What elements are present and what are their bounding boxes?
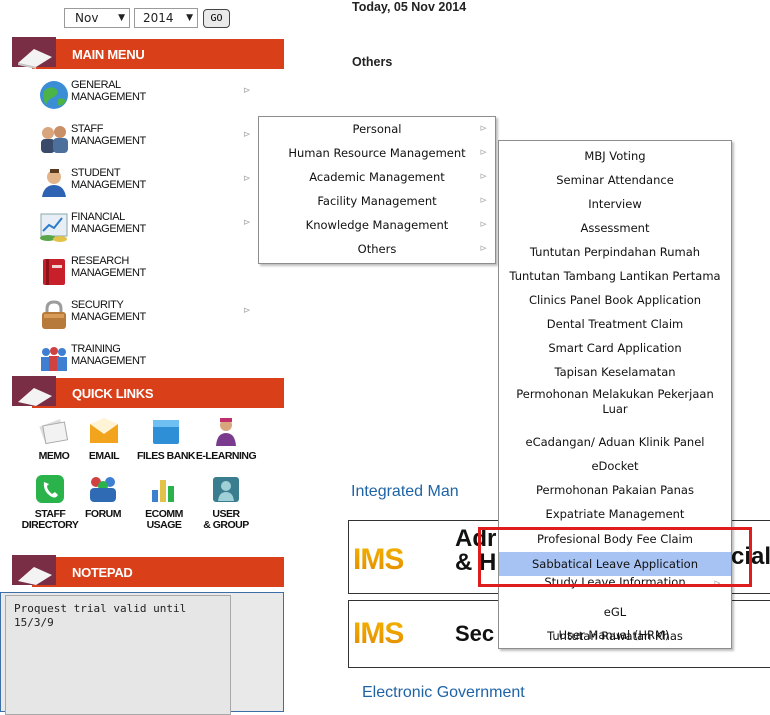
quick-link-e-learning[interactable]: E-LEARNING: [194, 416, 258, 462]
ims2-title: Sec: [455, 621, 495, 646]
menu-item-others[interactable]: Others ⊳: [259, 237, 495, 261]
phone-icon: [36, 475, 64, 503]
year-select[interactable]: 2014 ▼: [134, 8, 198, 28]
user-group-icon: [213, 477, 239, 502]
menu-item-edocket[interactable]: eDocket: [499, 454, 731, 478]
quick-link-memo[interactable]: MEMO: [32, 416, 76, 462]
menu-item-personal[interactable]: Personal ⊳: [259, 117, 495, 141]
menu-item-seminar-attendance[interactable]: Seminar Attendance: [499, 168, 731, 192]
menu-item-tambang-lantikan[interactable]: Tuntutan Tambang Lantikan Pertama: [499, 264, 731, 288]
book-icon: [12, 376, 56, 406]
menu-item-pakaian-panas[interactable]: Permohonan Pakaian Panas: [499, 478, 731, 502]
menu-item-pekerjaan-luar[interactable]: Permohonan Melakukan Pekerjaan Luar: [499, 387, 731, 427]
ims-logo: IMS: [353, 617, 404, 650]
chevron-right-icon: ⊳: [243, 85, 251, 95]
menu-item-user-manual[interactable]: User Manual (HRM): [498, 623, 730, 647]
quick-link-forum[interactable]: FORUM: [80, 474, 126, 520]
menu-item-egl[interactable]: eGL: [499, 600, 731, 624]
training-people-icon: [41, 347, 67, 371]
menu-item-expatriate[interactable]: Expatriate Management: [499, 502, 731, 526]
chevron-right-icon: ⊳: [243, 217, 251, 227]
menu-item-academic[interactable]: Academic Management ⊳: [259, 165, 495, 189]
sidebar-item-student[interactable]: STUDENT MANAGEMENT ⊳: [38, 165, 278, 209]
dropdown-arrow-icon: ▼: [118, 13, 125, 23]
menu-item-clinics-panel[interactable]: Clinics Panel Book Application: [499, 288, 731, 312]
chevron-right-icon: ⊳: [479, 172, 487, 182]
student-icon: [42, 169, 66, 197]
chevron-right-icon: ⊳: [479, 220, 487, 230]
chevron-right-icon: ⊳: [243, 305, 251, 315]
quick-link-ecomm-usage[interactable]: ECOMM USAGE: [138, 474, 190, 531]
menu-item-ecadangan[interactable]: eCadangan/ Aduan Klinik Panel: [499, 430, 731, 454]
chevron-right-icon: ⊳: [479, 124, 487, 134]
sidebar-item-research[interactable]: RESEARCH MANAGEMENT: [38, 253, 278, 297]
menu-item-human-resource[interactable]: Human Resource Management ⊳: [259, 141, 495, 165]
sidebar-item-staff[interactable]: STAFF MANAGEMENT ⊳: [38, 121, 278, 165]
sidebar-item-financial[interactable]: FINANCIAL MANAGEMENT ⊳: [38, 209, 278, 253]
month-select[interactable]: Nov ▼: [64, 8, 130, 28]
staff-people-icon: [41, 126, 68, 153]
padlock-icon: [42, 300, 66, 329]
chevron-right-icon: ⊳: [479, 244, 487, 254]
ims-logo: IMS: [353, 543, 404, 576]
menu-item-assessment[interactable]: Assessment: [499, 216, 731, 240]
chevron-right-icon: ⊳: [479, 148, 487, 158]
quick-links-header: QUICK LINKS: [12, 376, 284, 408]
sidebar-item-security[interactable]: SECURITY MANAGEMENT ⊳: [38, 297, 278, 341]
notepad-header: NOTEPAD: [12, 555, 284, 587]
dropdown-menu-level1: Personal ⊳ Human Resource Management ⊳ Aca…: [258, 116, 496, 264]
egov-section-title: Electronic Government: [362, 684, 525, 701]
memo-icon: [39, 419, 69, 445]
page-heading: Others: [352, 55, 393, 69]
menu-item-smart-card[interactable]: Smart Card Application: [499, 336, 731, 360]
annotation-highlight-box: [478, 527, 752, 587]
sidebar-item-general[interactable]: GENERAL MANAGEMENT ⊳: [38, 77, 278, 121]
go-button[interactable]: GO: [203, 9, 230, 28]
forum-icon: [90, 477, 116, 502]
notepad-panel: Proquest trial valid until 15/3/9: [0, 592, 284, 715]
book-icon: [12, 37, 56, 69]
sidebar: Nov ▼ 2014 ▼ GO MAIN MENU GENERAL MANAGEMEN…: [0, 0, 284, 715]
today-date: Today, 05 Nov 2014: [352, 0, 467, 14]
files-bank-icon: [153, 420, 179, 444]
quick-link-user-group[interactable]: USER & GROUP: [198, 474, 254, 531]
quick-link-staff-directory[interactable]: STAFF DIRECTORY: [20, 474, 80, 531]
chevron-right-icon: ⊳: [479, 196, 487, 206]
research-book-icon: [43, 259, 65, 285]
menu-item-perpindahan-rumah[interactable]: Tuntutan Perpindahan Rumah: [499, 240, 731, 264]
menu-item-knowledge[interactable]: Knowledge Management ⊳: [259, 213, 495, 237]
menu-item-facility[interactable]: Facility Management ⊳: [259, 189, 495, 213]
e-learning-icon: [216, 418, 236, 446]
chevron-right-icon: ⊳: [243, 129, 251, 139]
dropdown-arrow-icon: ▼: [186, 13, 193, 23]
notepad-textarea[interactable]: Proquest trial valid until 15/3/9: [5, 595, 231, 715]
main-menu-header: MAIN MENU: [12, 37, 284, 69]
integrated-section-title: Integrated Man: [351, 483, 459, 500]
chevron-right-icon: ⊳: [243, 173, 251, 183]
ecomm-chart-icon: [152, 480, 174, 502]
menu-item-dental-claim[interactable]: Dental Treatment Claim: [499, 312, 731, 336]
book-icon: [12, 555, 56, 585]
email-icon: [90, 418, 118, 443]
menu-item-mbj-voting[interactable]: MBJ Voting: [499, 144, 731, 168]
globe-icon: [40, 81, 68, 109]
menu-item-interview[interactable]: Interview: [499, 192, 731, 216]
quick-link-email[interactable]: EMAIL: [82, 416, 126, 462]
quick-link-files-bank[interactable]: FILES BANK: [136, 416, 196, 462]
menu-item-tapisan[interactable]: Tapisan Keselamatan: [499, 360, 731, 384]
notepad-text: Proquest trial valid until 15/3/9: [14, 602, 187, 629]
financial-chart-icon: [40, 213, 68, 242]
